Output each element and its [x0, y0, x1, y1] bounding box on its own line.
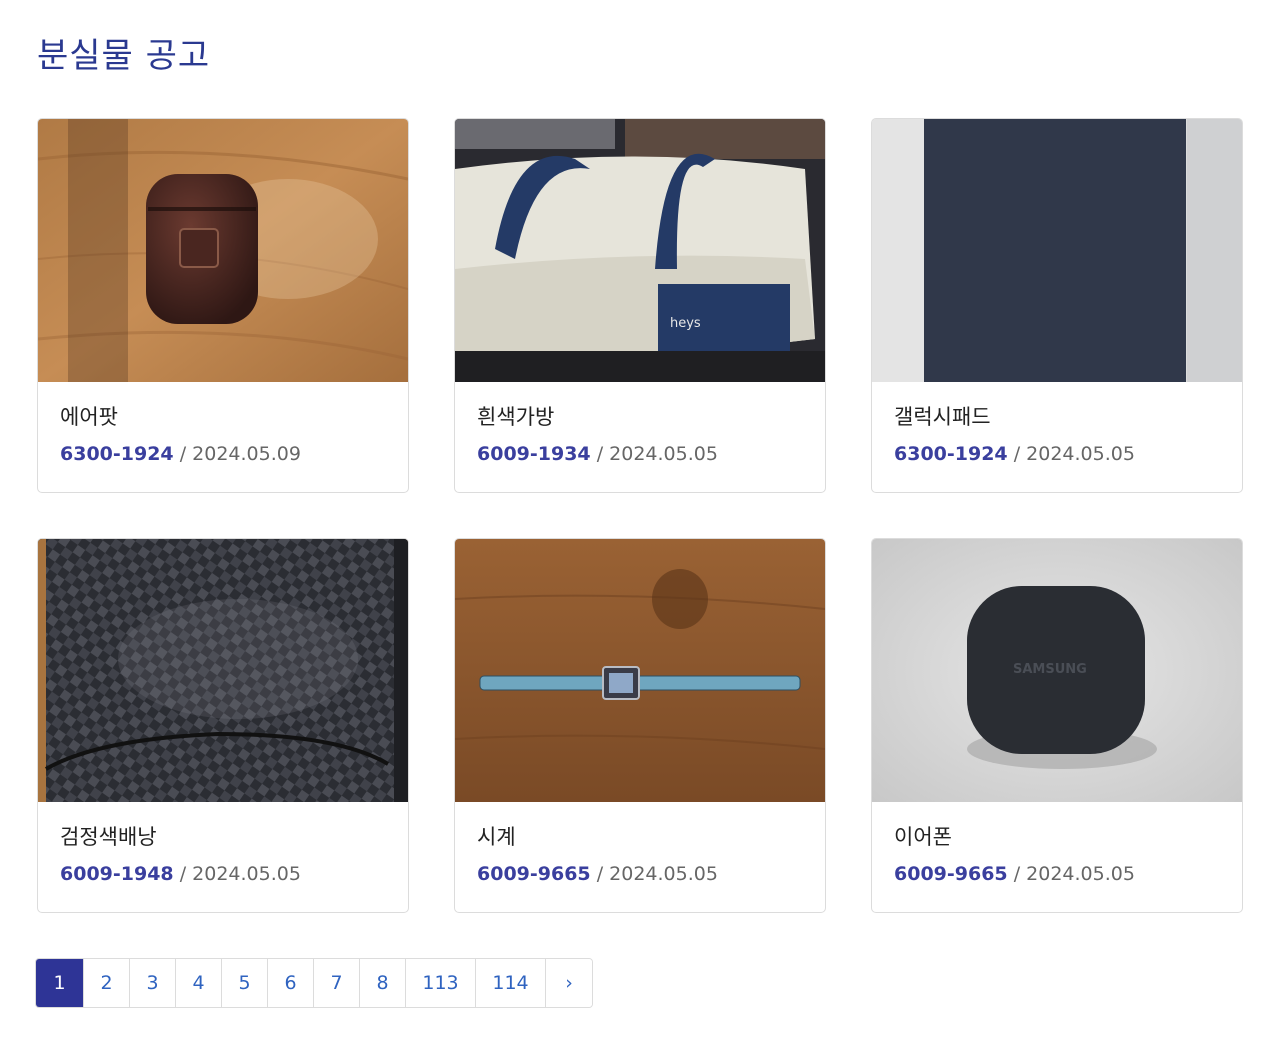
meta-separator: /: [173, 863, 193, 885]
item-phone: 6300-1924: [60, 443, 174, 465]
item-phone: 6009-1948: [60, 863, 174, 885]
page-title: 분실물 공고: [37, 36, 211, 76]
earbuds-brand-label: SAMSUNG: [1013, 662, 1087, 677]
next-page-button[interactable]: ›: [546, 959, 592, 1007]
item-date: 2024.05.09: [192, 443, 301, 465]
lost-item-card[interactable]: 에어팟 6300-1924 / 2024.05.09: [37, 118, 409, 493]
page-link-1[interactable]: 1: [36, 959, 84, 1007]
item-photo: [872, 119, 1242, 382]
item-photo: [455, 539, 825, 802]
lost-item-card[interactable]: 시계 6009-9665 / 2024.05.05: [454, 538, 826, 913]
item-photo: SAMSUNG: [872, 539, 1242, 802]
lost-item-card[interactable]: SAMSUNG 이어폰 6009-9665 / 2024.05.05: [871, 538, 1243, 913]
item-meta: 6300-1924 / 2024.05.05: [894, 442, 1242, 466]
white-duffel-bag-photo: heys: [455, 119, 825, 382]
item-phone: 6009-1934: [477, 443, 591, 465]
earbuds-case-photo: SAMSUNG: [872, 539, 1242, 802]
tablet-photo: [872, 119, 1242, 382]
page-link-6[interactable]: 6: [268, 959, 314, 1007]
meta-separator: /: [1007, 863, 1027, 885]
page-link-2[interactable]: 2: [84, 959, 130, 1007]
item-date: 2024.05.05: [609, 863, 718, 885]
item-phone: 6300-1924: [894, 443, 1008, 465]
item-meta: 6009-1934 / 2024.05.05: [477, 442, 825, 466]
item-meta: 6009-1948 / 2024.05.05: [60, 862, 408, 886]
item-name: 이어폰: [894, 825, 952, 849]
lost-items-grid: 에어팟 6300-1924 / 2024.05.09 heys 흰색가방 600…: [37, 118, 1243, 913]
meta-separator: /: [590, 443, 610, 465]
meta-separator: /: [1007, 443, 1027, 465]
item-name: 검정색배낭: [60, 825, 157, 849]
black-woven-backpack-photo: [38, 539, 408, 802]
pagination: 1 2 3 4 5 6 7 8 113 114 ›: [35, 958, 593, 1008]
item-name: 에어팟: [60, 405, 118, 429]
meta-separator: /: [590, 863, 610, 885]
item-date: 2024.05.05: [1026, 863, 1135, 885]
wristwatch-photo: [455, 539, 825, 802]
item-name: 시계: [477, 825, 516, 849]
item-meta: 6009-9665 / 2024.05.05: [894, 862, 1242, 886]
airpods-case-photo: [38, 119, 408, 382]
page-link-3[interactable]: 3: [130, 959, 176, 1007]
item-name: 흰색가방: [477, 405, 555, 429]
item-name: 갤럭시패드: [894, 405, 991, 429]
page-link-8[interactable]: 8: [360, 959, 406, 1007]
item-phone: 6009-9665: [477, 863, 591, 885]
page-link-5[interactable]: 5: [222, 959, 268, 1007]
item-phone: 6009-9665: [894, 863, 1008, 885]
bag-brand-label: heys: [670, 316, 701, 331]
page-link-113[interactable]: 113: [406, 959, 476, 1007]
lost-item-card[interactable]: heys 흰색가방 6009-1934 / 2024.05.05: [454, 118, 826, 493]
page-link-4[interactable]: 4: [176, 959, 222, 1007]
lost-item-card[interactable]: 갤럭시패드 6300-1924 / 2024.05.05: [871, 118, 1243, 493]
item-meta: 6009-9665 / 2024.05.05: [477, 862, 825, 886]
item-date: 2024.05.05: [1026, 443, 1135, 465]
meta-separator: /: [173, 443, 193, 465]
item-photo: heys: [455, 119, 825, 382]
item-date: 2024.05.05: [192, 863, 301, 885]
item-meta: 6300-1924 / 2024.05.09: [60, 442, 408, 466]
item-photo: [38, 119, 408, 382]
page-link-114[interactable]: 114: [476, 959, 546, 1007]
item-date: 2024.05.05: [609, 443, 718, 465]
item-photo: [38, 539, 408, 802]
lost-item-card[interactable]: 검정색배낭 6009-1948 / 2024.05.05: [37, 538, 409, 913]
page-link-7[interactable]: 7: [314, 959, 360, 1007]
